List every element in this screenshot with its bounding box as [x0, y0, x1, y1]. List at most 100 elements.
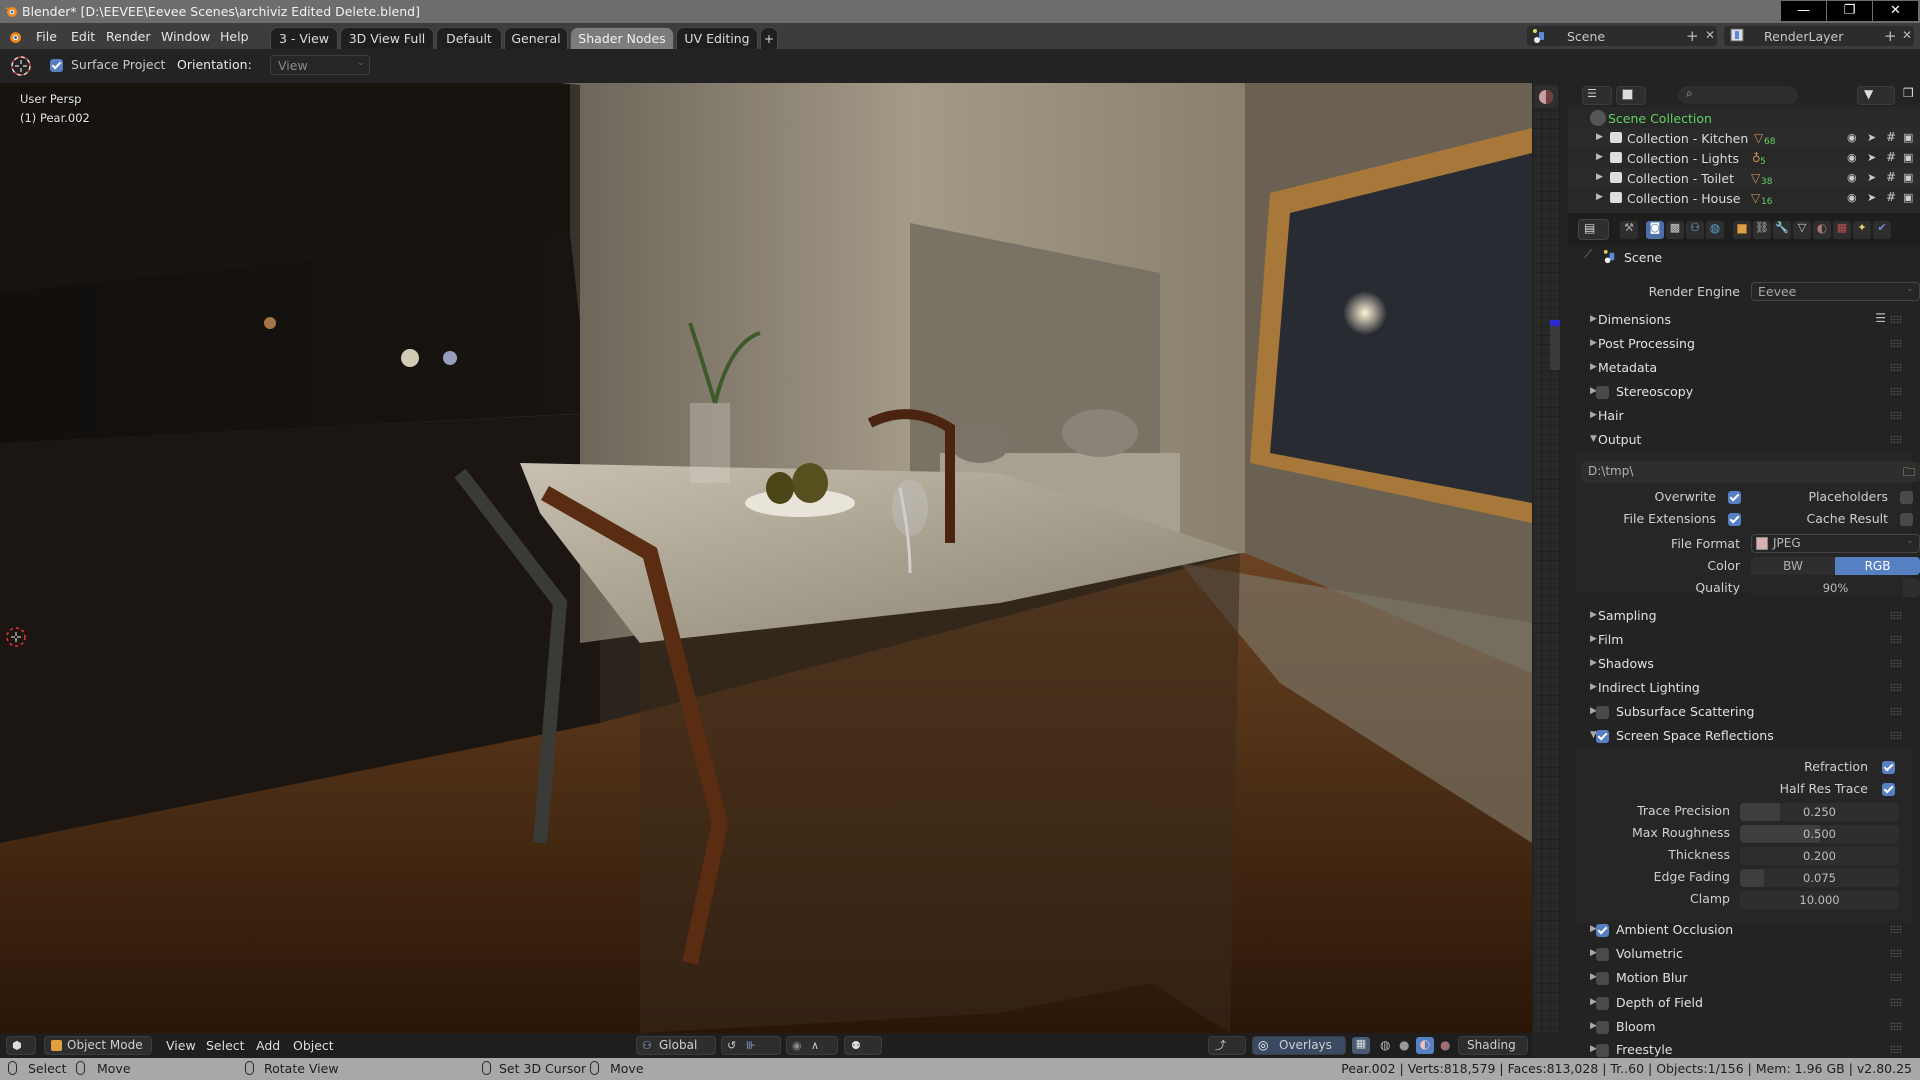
- overwrite-checkbox[interactable]: [1728, 491, 1741, 504]
- menu-view[interactable]: View: [166, 1038, 196, 1053]
- add-scene-button[interactable]: +: [1686, 27, 1699, 45]
- drag-handle-icon[interactable]: [1890, 1045, 1902, 1053]
- color-bw-option[interactable]: BW: [1751, 557, 1835, 575]
- refraction-checkbox[interactable]: [1882, 761, 1895, 774]
- physics-tab-icon[interactable]: ✔: [1873, 221, 1891, 239]
- material-tab-icon[interactable]: ◐: [1813, 221, 1831, 239]
- panel-screen-space-reflections[interactable]: ▼ Screen Space Reflections: [1576, 725, 1912, 747]
- edge-fading-slider[interactable]: 0.075: [1740, 869, 1899, 887]
- panel-bloom[interactable]: ▶ Bloom: [1576, 1016, 1912, 1038]
- drag-handle-icon[interactable]: [1890, 659, 1902, 667]
- holdout-grid-icon[interactable]: #: [1886, 190, 1896, 204]
- holdout-grid-icon[interactable]: #: [1886, 150, 1896, 164]
- wireframe-shading-icon[interactable]: ◍: [1380, 1038, 1390, 1052]
- menu-help[interactable]: Help: [220, 29, 249, 44]
- surface-project-checkbox[interactable]: [50, 59, 63, 72]
- tab-uv-editing[interactable]: UV Editing: [676, 27, 758, 49]
- drag-handle-icon[interactable]: [1890, 635, 1902, 643]
- pivot-point-dropdown[interactable]: ⚉: [844, 1036, 882, 1055]
- drag-handle-icon[interactable]: [1890, 387, 1902, 395]
- selectable-arrow-icon[interactable]: ➤: [1867, 151, 1876, 164]
- shader-node-editor[interactable]: [1532, 83, 1560, 1033]
- menu-add[interactable]: Add: [256, 1038, 280, 1053]
- gizmo-dropdown[interactable]: ⤴: [1208, 1036, 1246, 1055]
- folder-browse-icon[interactable]: 🗀: [1903, 463, 1915, 484]
- view-layer-dropdown[interactable]: [1616, 86, 1646, 105]
- view-layer-selector[interactable]: RenderLayer + ✕: [1724, 26, 1914, 46]
- material-preview-button[interactable]: [1534, 86, 1558, 108]
- tab-shader-nodes[interactable]: Shader Nodes: [570, 27, 674, 49]
- stereoscopy-checkbox[interactable]: [1596, 386, 1609, 399]
- proportional-editing-dropdown[interactable]: ◉ ∧: [786, 1036, 838, 1055]
- expand-arrow-icon[interactable]: ▶: [1596, 192, 1603, 202]
- clamp-field[interactable]: 10.000: [1740, 891, 1899, 909]
- holdout-grid-icon[interactable]: #: [1886, 170, 1896, 184]
- xray-toggle-icon[interactable]: ▦: [1352, 1037, 1370, 1054]
- output-path-field[interactable]: D:\tmp\ 🗀: [1581, 462, 1920, 482]
- panel-indirect-lighting[interactable]: ▶ Indirect Lighting: [1576, 677, 1912, 699]
- panel-volumetric[interactable]: ▶ Volumetric: [1576, 943, 1912, 965]
- object-tab-icon[interactable]: ■: [1733, 221, 1751, 239]
- texture-tab-icon[interactable]: ▦: [1833, 221, 1851, 239]
- tab-3-view[interactable]: 3 - View: [270, 27, 338, 49]
- menu-select[interactable]: Select: [206, 1038, 245, 1053]
- color-rgb-option[interactable]: RGB: [1835, 557, 1920, 575]
- quality-slider[interactable]: 90%: [1751, 579, 1920, 597]
- expand-arrow-icon[interactable]: ▶: [1596, 132, 1603, 142]
- ssr-checkbox[interactable]: [1596, 730, 1609, 743]
- render-camera-icon[interactable]: ▣: [1903, 151, 1913, 164]
- filter-dropdown[interactable]: ▼: [1857, 86, 1895, 105]
- render-engine-dropdown[interactable]: Eevee ⌄: [1751, 282, 1920, 301]
- panel-hair[interactable]: ▶ Hair: [1576, 405, 1912, 427]
- max-roughness-slider[interactable]: 0.500: [1740, 825, 1899, 843]
- add-view-layer-button[interactable]: +: [1884, 27, 1897, 45]
- expand-arrow-icon[interactable]: ▶: [1596, 172, 1603, 182]
- overlays-dropdown[interactable]: ◎ Overlays: [1252, 1036, 1346, 1055]
- modifier-wrench-icon[interactable]: 🔧: [1773, 221, 1791, 239]
- panel-sampling[interactable]: ▶ Sampling: [1576, 605, 1912, 627]
- panel-metadata[interactable]: ▶ Metadata: [1576, 357, 1912, 379]
- visibility-eye-icon[interactable]: ◉: [1847, 131, 1857, 144]
- material-preview-shading-icon[interactable]: ◐: [1416, 1037, 1434, 1054]
- outliner-item[interactable]: ▶ Collection - House ▽ 16 ◉ ➤ # ▣: [1568, 188, 1920, 208]
- outliner-search-input[interactable]: ⌕: [1678, 86, 1798, 104]
- mode-dropdown[interactable]: Object Mode: [44, 1036, 152, 1055]
- visibility-eye-icon[interactable]: ◉: [1847, 171, 1857, 184]
- tab-3d-view-full[interactable]: 3D View Full: [340, 27, 434, 49]
- panel-shadows[interactable]: ▶ Shadows: [1576, 653, 1912, 675]
- file-format-dropdown[interactable]: JPEG ⌄: [1751, 534, 1920, 553]
- visibility-eye-icon[interactable]: ◉: [1847, 151, 1857, 164]
- cache-result-checkbox[interactable]: [1900, 513, 1913, 526]
- drag-handle-icon[interactable]: [1890, 339, 1902, 347]
- thickness-field[interactable]: 0.200: [1740, 847, 1899, 865]
- 3d-cursor-icon[interactable]: [5, 626, 27, 648]
- visibility-eye-icon[interactable]: ◉: [1847, 191, 1857, 204]
- scene-tab-icon[interactable]: ⚇: [1686, 221, 1704, 239]
- drag-handle-icon[interactable]: [1890, 998, 1902, 1006]
- solid-shading-icon[interactable]: ●: [1399, 1038, 1409, 1052]
- blender-menu-icon[interactable]: [7, 29, 22, 44]
- remove-view-layer-button[interactable]: ✕: [1902, 28, 1912, 42]
- render-tab-icon[interactable]: ◙: [1646, 221, 1664, 239]
- panel-ambient-occlusion[interactable]: ▶ Ambient Occlusion: [1576, 919, 1912, 941]
- new-collection-icon[interactable]: ❒: [1903, 86, 1914, 100]
- minimize-button[interactable]: —: [1781, 1, 1826, 21]
- particles-tab-icon[interactable]: ✦: [1853, 221, 1871, 239]
- world-tab-icon[interactable]: ◍: [1706, 221, 1724, 239]
- menu-object[interactable]: Object: [293, 1038, 334, 1053]
- freestyle-checkbox[interactable]: [1596, 1044, 1609, 1057]
- drag-handle-icon[interactable]: [1890, 949, 1902, 957]
- placeholders-checkbox[interactable]: [1900, 491, 1913, 504]
- motion-blur-checkbox[interactable]: [1596, 972, 1609, 985]
- outliner-item[interactable]: ▶ Collection - Kitchen ▽ 68 ◉ ➤ # ▣: [1568, 128, 1920, 148]
- selectable-arrow-icon[interactable]: ➤: [1867, 191, 1876, 204]
- mesh-data-tab-icon[interactable]: ▽: [1793, 221, 1811, 239]
- drag-handle-icon[interactable]: [1890, 1022, 1902, 1030]
- orientation-dropdown[interactable]: View ⌄: [270, 55, 370, 75]
- trace-precision-slider[interactable]: 0.250: [1740, 803, 1899, 821]
- drag-handle-icon[interactable]: [1890, 731, 1902, 739]
- drag-handle-icon[interactable]: [1890, 683, 1902, 691]
- constraints-tab-icon[interactable]: ⛓: [1753, 221, 1771, 239]
- output-tab-icon[interactable]: ▩: [1666, 221, 1684, 239]
- outliner-scene-collection[interactable]: Scene Collection: [1568, 108, 1920, 128]
